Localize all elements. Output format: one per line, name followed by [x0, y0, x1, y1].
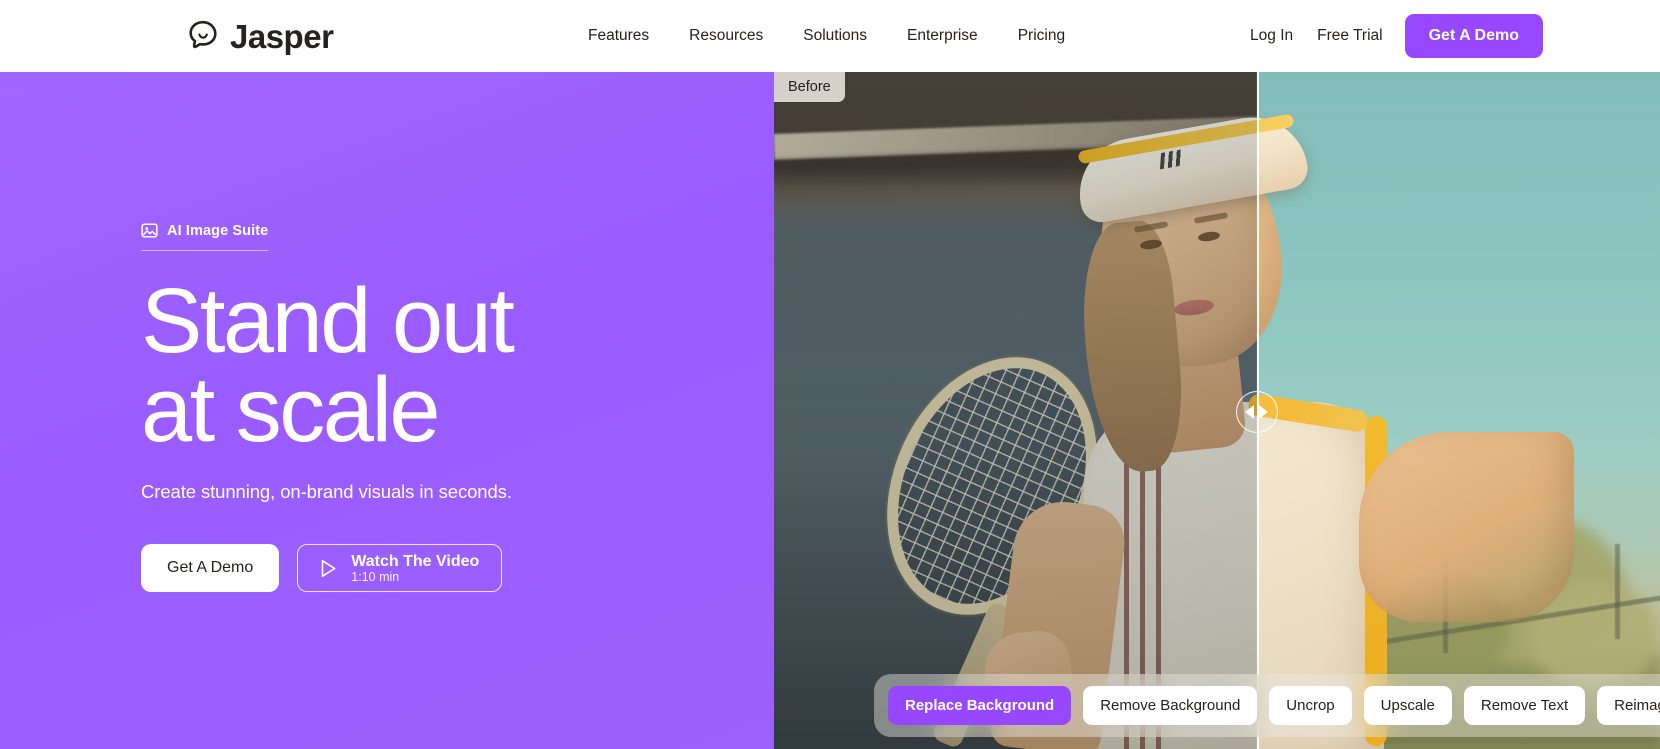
hero-subheadline: Create stunning, on-brand visuals in sec…: [141, 481, 512, 503]
before-label-badge: Before: [774, 72, 845, 102]
site-header: Jasper Features Resources Solutions Ente…: [0, 0, 1660, 72]
hero-content: AI Image Suite Stand out at scale Create…: [141, 222, 661, 593]
nav-item-enterprise[interactable]: Enterprise: [907, 27, 978, 45]
header-actions: Log In Free Trial Get A Demo: [1250, 14, 1660, 58]
jasper-smiley-icon: [186, 19, 220, 53]
watch-video-button[interactable]: Watch The Video 1:10 min: [297, 544, 503, 593]
nav-item-pricing[interactable]: Pricing: [1018, 27, 1065, 45]
tool-uncrop[interactable]: Uncrop: [1269, 686, 1352, 725]
hero-section: AI Image Suite Stand out at scale Create…: [0, 72, 1660, 749]
login-link[interactable]: Log In: [1250, 27, 1293, 45]
nav-item-solutions[interactable]: Solutions: [803, 27, 867, 45]
page-root: Jasper Features Resources Solutions Ente…: [0, 0, 1660, 749]
hero-copy-panel: AI Image Suite Stand out at scale Create…: [0, 72, 774, 749]
player-arm-right: [1359, 432, 1574, 622]
brand-logo[interactable]: Jasper: [186, 17, 334, 55]
tool-replace-background[interactable]: Replace Background: [888, 686, 1072, 725]
free-trial-link[interactable]: Free Trial: [1317, 27, 1382, 45]
tennis-player-subject: [774, 72, 1660, 749]
hero-actions: Get A Demo Watch The Video 1:10 min: [141, 544, 661, 593]
before-after-compare[interactable]: Before Replace Background Remove Backgro…: [774, 72, 1660, 749]
hero-eyebrow: AI Image Suite: [141, 222, 269, 251]
arrow-left-icon: [1245, 405, 1255, 419]
headline-line-1: Stand out: [141, 270, 515, 372]
nav-item-features[interactable]: Features: [588, 27, 649, 45]
watch-video-duration: 1:10 min: [351, 570, 400, 585]
hero-eyebrow-label: AI Image Suite: [167, 222, 269, 239]
watch-video-text: Watch The Video 1:10 min: [351, 553, 479, 585]
compare-slider-handle[interactable]: [1235, 391, 1278, 433]
tool-remove-background[interactable]: Remove Background: [1083, 686, 1258, 725]
tool-upscale[interactable]: Upscale: [1363, 686, 1452, 725]
image-icon: [141, 222, 158, 239]
watch-video-title: Watch The Video: [351, 552, 480, 570]
headline-line-2: at scale: [141, 359, 441, 462]
image-tools-toolbar: Replace Background Remove Background Unc…: [874, 674, 1660, 737]
main-navigation: Features Resources Solutions Enterprise …: [588, 27, 1065, 45]
play-icon: [320, 559, 337, 578]
visor-logo-icon: [1159, 148, 1187, 170]
hero-get-a-demo-button[interactable]: Get A Demo: [141, 544, 280, 593]
hero-headline: Stand out at scale: [141, 270, 661, 462]
tool-reimagine[interactable]: Reimagine: [1597, 686, 1660, 725]
arrow-right-icon: [1259, 405, 1269, 419]
brand-name: Jasper: [230, 17, 334, 55]
nav-item-resources[interactable]: Resources: [689, 27, 763, 45]
get-a-demo-button[interactable]: Get A Demo: [1404, 14, 1543, 58]
tool-remove-text[interactable]: Remove Text: [1463, 686, 1586, 725]
